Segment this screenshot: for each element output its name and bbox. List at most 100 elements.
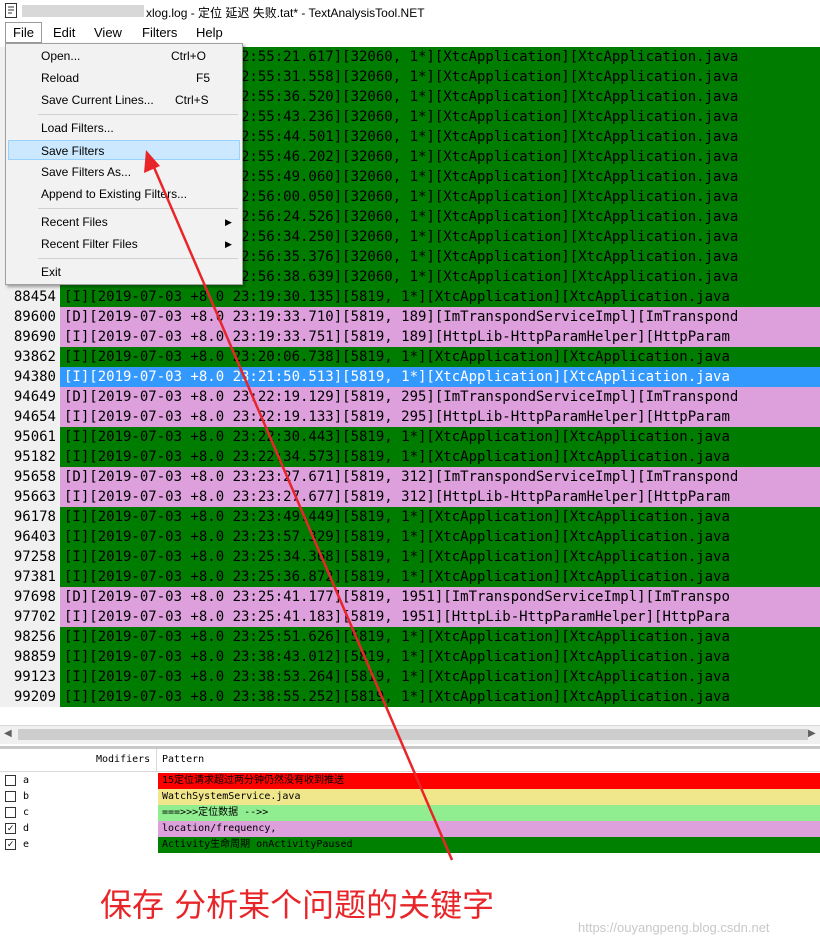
menu-item-shortcut: Ctrl+S [175, 93, 209, 107]
scroll-left-icon[interactable]: ◀ [4, 728, 12, 739]
menu-separator [38, 114, 238, 115]
log-row[interactable]: 95658 [D][2019-07-03 +8.0 23:23:27.671][5… [0, 467, 820, 487]
menu-item-reload[interactable]: Reload F5 [8, 68, 240, 88]
log-text: [I][2019-07-03 +8.0 23:25:51.626][5819, … [60, 627, 820, 647]
log-text: [I][2019-07-03 +8.0 23:25:34.368][5819, … [60, 547, 820, 567]
menu-filters[interactable]: Filters [135, 22, 184, 43]
filter-pattern[interactable]: location/frequency, [158, 821, 820, 837]
line-number: 93862 [0, 347, 60, 367]
line-number: 99209 [0, 687, 60, 707]
header-modifiers[interactable]: Modifiers [96, 754, 150, 765]
menu-help[interactable]: Help [189, 22, 230, 43]
menu-item-append-filters[interactable]: Append to Existing Filters... [8, 184, 240, 204]
log-row[interactable]: 98256 [I][2019-07-03 +8.0 23:25:51.626][5… [0, 627, 820, 647]
menu-item-label: Open... [41, 49, 81, 63]
filter-enabled-checkbox[interactable]: ✓ [5, 823, 16, 834]
scrollbar-thumb[interactable] [18, 729, 808, 740]
log-row[interactable]: 88454 [I][2019-07-03 +8.0 23:19:30.135][5… [0, 287, 820, 307]
log-row[interactable]: 97258 [I][2019-07-03 +8.0 23:25:34.368][5… [0, 547, 820, 567]
log-text: [I][2019-07-03 +8.0 23:19:33.751][5819, … [60, 327, 820, 347]
log-row[interactable]: 89600 [D][2019-07-03 +8.0 23:19:33.710][5… [0, 307, 820, 327]
title-bar: xlog.log - 定位 延迟 失败.tat* - TextAnalysisT… [0, 0, 820, 22]
menu-item-shortcut: Ctrl+O [171, 49, 207, 63]
menu-item-save-filters-as[interactable]: Save Filters As... [8, 162, 240, 182]
menu-separator [38, 258, 238, 259]
line-number: 96178 [0, 507, 60, 527]
log-row[interactable]: 94649 [D][2019-07-03 +8.0 23:22:19.129][5… [0, 387, 820, 407]
log-text: [I][2019-07-03 +8.0 23:38:53.264][5819, … [60, 667, 820, 687]
filter-enabled-checkbox[interactable] [5, 775, 16, 786]
filter-pattern[interactable]: ===>>>定位数据 -->> [158, 805, 820, 821]
menu-edit[interactable]: Edit [46, 22, 82, 43]
menu-item-label: Load Filters... [41, 121, 114, 135]
log-row[interactable]: 94380 [I][2019-07-03 +8.0 23:21:50.513][5… [0, 367, 820, 387]
menu-item-label: Exit [41, 265, 62, 279]
filter-enabled-checkbox[interactable]: ✓ [5, 839, 16, 850]
watermark: https://ouyangpeng.blog.csdn.net [578, 920, 770, 935]
filter-row[interactable]: ✓ d location/frequency, [0, 821, 820, 837]
menu-separator [38, 208, 238, 209]
filter-table-header: Modifiers Pattern [0, 749, 820, 772]
menu-item-recent-filter-files[interactable]: Recent Filter Files ▶ [8, 234, 240, 254]
filter-pattern[interactable]: Activity生命周期 onActivityPaused [158, 837, 820, 853]
annotation-caption: 保存 分析某个问题的关键字 [100, 886, 495, 924]
log-row[interactable]: 97381 [I][2019-07-03 +8.0 23:25:36.872][5… [0, 567, 820, 587]
app-icon [5, 3, 17, 18]
menu-item-recent-files[interactable]: Recent Files ▶ [8, 212, 240, 232]
filter-letter: c [23, 807, 30, 818]
file-menu-dropdown: Open... Ctrl+O Reload F5 Save Current Li… [5, 43, 243, 285]
log-row[interactable]: 99123 [I][2019-07-03 +8.0 23:38:53.264][5… [0, 667, 820, 687]
log-text: [D][2019-07-03 +8.0 23:19:33.710][5819, … [60, 307, 820, 327]
log-row[interactable]: 93862 [I][2019-07-03 +8.0 23:20:06.738][5… [0, 347, 820, 367]
filter-row[interactable]: a 15定位请求超过两分钟仍然没有收到推送 [0, 773, 820, 789]
scroll-right-icon[interactable]: ▶ [808, 728, 816, 739]
menu-item-label: Recent Files [41, 215, 108, 229]
menu-item-label: Save Current Lines... [41, 93, 154, 107]
line-number: 94649 [0, 387, 60, 407]
line-number: 95658 [0, 467, 60, 487]
filter-pattern[interactable]: 15定位请求超过两分钟仍然没有收到推送 [158, 773, 820, 789]
log-text: [I][2019-07-03 +8.0 23:22:34.573][5819, … [60, 447, 820, 467]
menu-item-label: Append to Existing Filters... [41, 187, 188, 201]
log-text: [I][2019-07-03 +8.0 23:21:50.513][5819, … [60, 367, 820, 387]
header-pattern[interactable]: Pattern [162, 754, 204, 765]
filter-row[interactable]: b WatchSystemService.java [0, 789, 820, 805]
menu-file[interactable]: File [5, 22, 42, 43]
submenu-arrow-icon: ▶ [225, 217, 232, 227]
line-number: 89690 [0, 327, 60, 347]
filter-row[interactable]: ✓ e Activity生命周期 onActivityPaused [0, 837, 820, 853]
log-row[interactable]: 89690 [I][2019-07-03 +8.0 23:19:33.751][5… [0, 327, 820, 347]
log-row[interactable]: 95182 [I][2019-07-03 +8.0 23:22:34.573][5… [0, 447, 820, 467]
filter-table: Modifiers Pattern a 15定位请求超过两分钟仍然没有收到推送 b W… [0, 749, 820, 853]
log-row[interactable]: 96178 [I][2019-07-03 +8.0 23:23:49.449][5… [0, 507, 820, 527]
line-number: 88454 [0, 287, 60, 307]
log-row[interactable]: 98859 [I][2019-07-03 +8.0 23:38:43.012][5… [0, 647, 820, 667]
line-number: 97381 [0, 567, 60, 587]
menu-item-exit[interactable]: Exit [8, 262, 240, 282]
line-number: 94380 [0, 367, 60, 387]
line-number: 97702 [0, 607, 60, 627]
menu-item-save-filters[interactable]: Save Filters [8, 140, 240, 160]
menu-view[interactable]: View [87, 22, 129, 43]
menu-item-load-filters[interactable]: Load Filters... [8, 118, 240, 138]
log-row[interactable]: 97698 [D][2019-07-03 +8.0 23:25:41.177][5… [0, 587, 820, 607]
menu-item-shortcut: F5 [196, 71, 211, 85]
filter-pattern[interactable]: WatchSystemService.java [158, 789, 820, 805]
filter-enabled-checkbox[interactable] [5, 791, 16, 802]
horizontal-scrollbar[interactable]: ◀ ▶ [0, 725, 820, 744]
filter-enabled-checkbox[interactable] [5, 807, 16, 818]
log-text: [D][2019-07-03 +8.0 23:23:27.671][5819, … [60, 467, 820, 487]
log-row[interactable]: 94654 [I][2019-07-03 +8.0 23:22:19.133][5… [0, 407, 820, 427]
menu-bar: File Edit View Filters Help [0, 22, 820, 43]
menu-item-label: Recent Filter Files [41, 237, 138, 251]
log-row[interactable]: 95061 [I][2019-07-03 +8.0 23:22:30.443][5… [0, 427, 820, 447]
log-text: [I][2019-07-03 +8.0 23:23:49.449][5819, … [60, 507, 820, 527]
menu-item-open[interactable]: Open... Ctrl+O [8, 46, 240, 66]
log-row[interactable]: 97702 [I][2019-07-03 +8.0 23:25:41.183][5… [0, 607, 820, 627]
log-row[interactable]: 95663 [I][2019-07-03 +8.0 23:23:27.677][5… [0, 487, 820, 507]
filter-row[interactable]: c ===>>>定位数据 -->> [0, 805, 820, 821]
log-row[interactable]: 96403 [I][2019-07-03 +8.0 23:23:57.329][5… [0, 527, 820, 547]
menu-item-save-current-lines[interactable]: Save Current Lines... Ctrl+S [8, 90, 240, 110]
log-row[interactable]: 99209 [I][2019-07-03 +8.0 23:38:55.252][5… [0, 687, 820, 707]
header-divider [156, 749, 157, 771]
